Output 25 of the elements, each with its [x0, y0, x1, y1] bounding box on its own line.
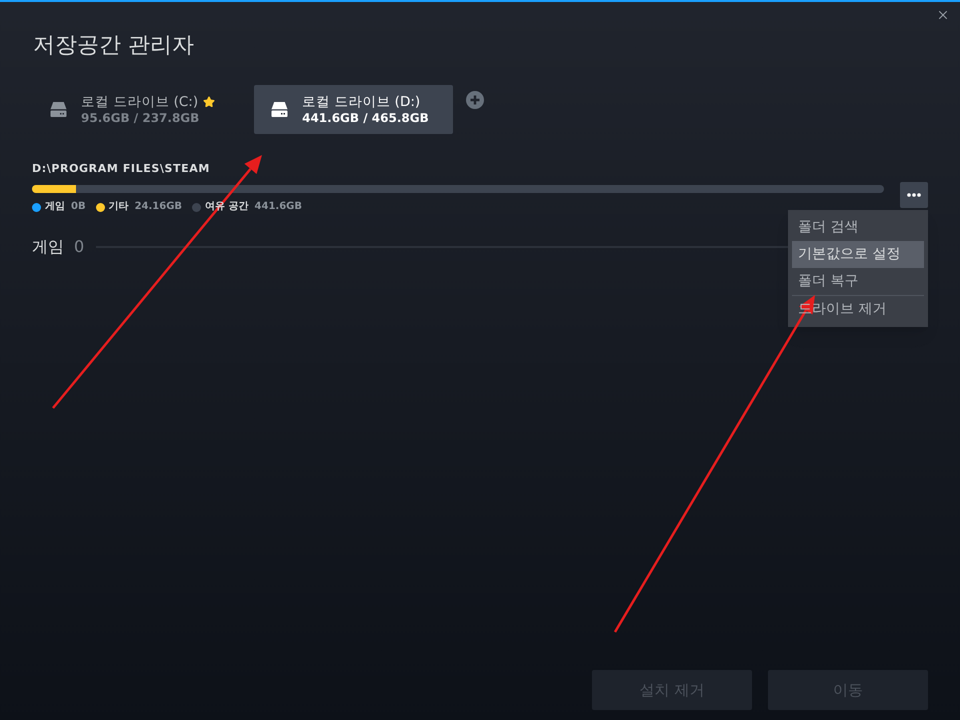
games-count: 0: [74, 236, 84, 258]
drive-name: 로컬 드라이브 (D:): [302, 94, 420, 110]
drive-usage: 441.6GB / 465.8GB: [302, 110, 429, 126]
legend-value: 24.16GB: [134, 200, 182, 214]
legend-label: 기타: [108, 200, 129, 214]
legend-value: 441.6GB: [254, 200, 302, 214]
drive-usage: 95.6GB / 237.8GB: [81, 110, 200, 126]
drive-tab[interactable]: 로컬 드라이브 (C:) 95.6GB / 237.8GB: [33, 85, 240, 134]
drive-tab[interactable]: 로컬 드라이브 (D:) 441.6GB / 465.8GB: [254, 85, 453, 134]
legend-label: 게임: [45, 200, 65, 214]
menu-item[interactable]: 폴더 검색: [792, 214, 924, 241]
menu-item[interactable]: 폴더 복구: [792, 268, 924, 295]
games-heading: 게임: [32, 236, 64, 258]
plus-icon: [466, 91, 484, 109]
drive-name: 로컬 드라이브 (C:): [81, 94, 198, 110]
legend-value: 0B: [71, 200, 86, 214]
more-button[interactable]: [900, 182, 928, 208]
hard-drive-icon: [271, 102, 288, 117]
folder-path: D:\PROGRAM FILES\STEAM: [32, 161, 210, 177]
window-title: 저장공간 관리자: [33, 32, 194, 60]
close-icon: [936, 8, 950, 22]
more-icon: [907, 193, 921, 197]
add-drive-button[interactable]: [466, 91, 484, 109]
menu-item[interactable]: 기본값으로 설정: [792, 241, 924, 268]
hard-drive-icon: [50, 102, 67, 117]
